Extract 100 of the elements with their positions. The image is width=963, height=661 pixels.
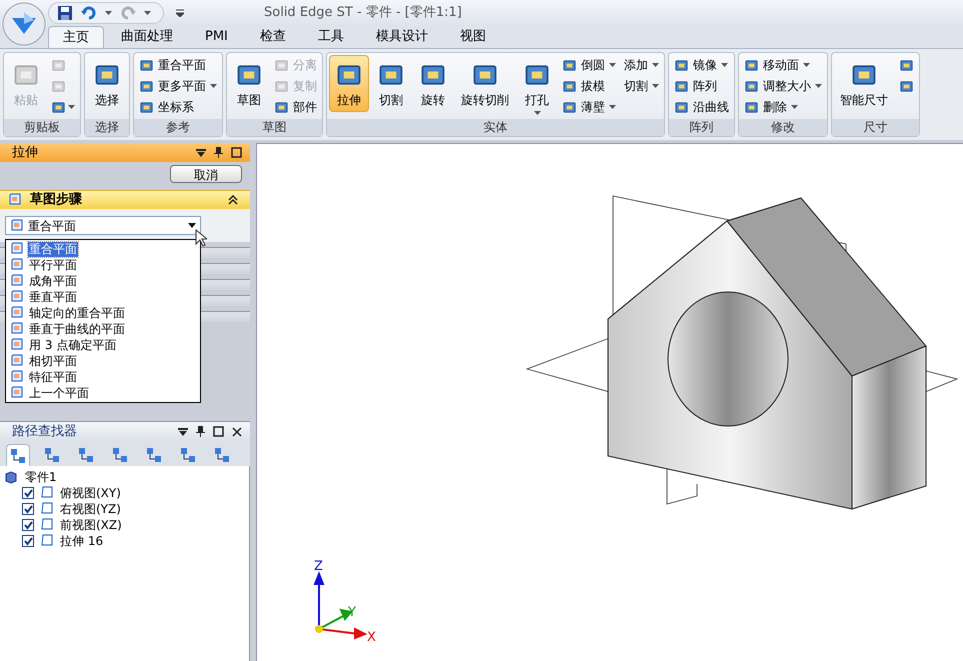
checkbox[interactable] [22, 535, 34, 547]
close-icon[interactable] [232, 426, 242, 436]
group-label: 修改 [739, 119, 827, 136]
part-icon [5, 470, 17, 484]
tool-button[interactable]: 添加 [621, 55, 662, 75]
dropdown-option[interactable]: 上一个平面 [28, 386, 90, 400]
tool-button[interactable]: 智能尺寸 [834, 55, 894, 112]
dropdown-option[interactable]: 成角平面 [28, 274, 78, 288]
plane-icon [10, 290, 24, 304]
tool-icon [744, 100, 759, 114]
dropdown-option[interactable]: 垂直于曲线的平面 [28, 322, 126, 336]
ribbon-tab[interactable]: 模具设计 [360, 26, 443, 48]
tool-button[interactable]: 拔模 [559, 76, 619, 96]
tool-icon [139, 58, 154, 72]
dropdown-option[interactable]: 重合平面 [28, 242, 78, 256]
group-label: 实体 [327, 119, 664, 136]
plane-icon [8, 193, 22, 207]
plane-icon [40, 486, 54, 500]
plane-combo[interactable]: 重合平面 [5, 216, 201, 235]
caret-icon [68, 105, 75, 109]
tool-icon [562, 100, 577, 114]
tool-button[interactable]: 切割 [621, 76, 662, 96]
ribbon-tab[interactable]: PMI [190, 26, 243, 48]
tool-button[interactable]: 调整大小 [741, 76, 825, 96]
tool-icon [139, 78, 154, 94]
dropdown-option[interactable]: 垂直平面 [28, 290, 78, 304]
tree-item[interactable]: 拉伸 16 [60, 532, 104, 550]
caret-icon [609, 105, 616, 109]
undo-icon[interactable] [81, 4, 97, 20]
checkbox[interactable] [22, 519, 34, 531]
checkbox[interactable] [22, 503, 34, 515]
pin-icon[interactable] [214, 147, 223, 158]
caret-icon [609, 63, 616, 67]
dropdown-icon[interactable] [178, 426, 188, 436]
tree-item[interactable]: 俯视图(XY) [60, 484, 121, 502]
collapse-icon[interactable] [228, 195, 238, 205]
tool-button[interactable]: 打孔 [517, 55, 557, 118]
tool-icon [51, 78, 66, 94]
group-label: 阵列 [669, 119, 734, 136]
plane-icon [10, 370, 24, 384]
tool-icon [674, 58, 689, 72]
tool-icon [274, 58, 289, 72]
tool-button[interactable]: 倒圆 [559, 55, 619, 75]
customize-icon[interactable] [176, 8, 184, 16]
caret-icon [652, 84, 659, 88]
checkbox[interactable] [22, 487, 34, 499]
tree-item[interactable]: 前视图(XZ) [60, 516, 122, 534]
ribbon-tab[interactable]: 主页 [48, 26, 104, 48]
tool-button[interactable]: 坐标系 [136, 97, 220, 117]
plane-icon [40, 534, 54, 548]
maximize-icon[interactable] [213, 426, 224, 437]
dropdown-option[interactable]: 特征平面 [28, 370, 78, 384]
tool-button[interactable]: 阵列 [671, 76, 732, 96]
dropdown-option[interactable]: 平行平面 [28, 258, 78, 272]
tool-icon [51, 58, 66, 72]
pin-icon[interactable] [196, 426, 205, 437]
tool-button[interactable]: 部件 [271, 97, 320, 117]
pathfinder-tab[interactable] [6, 444, 30, 466]
caret-icon [652, 63, 659, 67]
tool-button[interactable]: 切割 [371, 55, 411, 112]
tool-button[interactable]: 更多平面 [136, 76, 220, 96]
save-icon[interactable] [57, 4, 73, 20]
group-label: 尺寸 [832, 119, 919, 136]
caret-icon [105, 10, 112, 14]
tool-button[interactable]: 旋转切削 [455, 55, 515, 112]
ribbon-tab[interactable]: 视图 [444, 26, 501, 48]
dropdown-option[interactable]: 轴定向的重合平面 [28, 306, 126, 320]
group-label: 剪贴板 [4, 119, 80, 136]
plane-icon [40, 518, 54, 532]
ribbon-tab[interactable]: 检查 [244, 26, 301, 48]
plane-icon [10, 386, 24, 400]
caret-icon [210, 84, 217, 88]
tool-button[interactable]: 旋转 [413, 55, 453, 112]
tree-item[interactable]: 零件1 [25, 468, 57, 486]
dropdown-option[interactable]: 相切平面 [28, 354, 78, 368]
tool-button[interactable]: 删除 [741, 97, 825, 117]
tool-icon [562, 58, 577, 72]
dropdown-icon[interactable] [196, 148, 206, 158]
section-header[interactable]: 草图步骤 [0, 190, 250, 209]
tool-button[interactable]: 草图 [229, 55, 269, 112]
ribbon-tab[interactable]: 工具 [302, 26, 359, 48]
ribbon-tab[interactable]: 曲面处理 [106, 26, 188, 48]
tool-icon [139, 100, 154, 114]
maximize-icon[interactable] [231, 147, 242, 158]
caret-icon [791, 105, 798, 109]
tool-button[interactable]: 拉伸 [329, 55, 369, 112]
tool-button[interactable]: 镜像 [671, 55, 732, 75]
cancel-button[interactable]: 取消 [170, 165, 242, 183]
tool-button[interactable]: 移动面 [741, 55, 825, 75]
plane-icon [10, 322, 24, 336]
tool-button[interactable]: 沿曲线 [671, 97, 732, 117]
plane-icon [10, 338, 24, 352]
tool-button[interactable]: 薄壁 [559, 97, 619, 117]
group-label: 草图 [227, 119, 322, 136]
tool-button[interactable]: 选择 [87, 55, 127, 112]
dropdown-option[interactable]: 用 3 点确定平面 [28, 338, 118, 352]
tool-icon [744, 78, 759, 94]
tree-item[interactable]: 右视图(YZ) [60, 500, 121, 518]
tool-button[interactable]: 重合平面 [136, 55, 220, 75]
plane-icon [10, 258, 24, 272]
